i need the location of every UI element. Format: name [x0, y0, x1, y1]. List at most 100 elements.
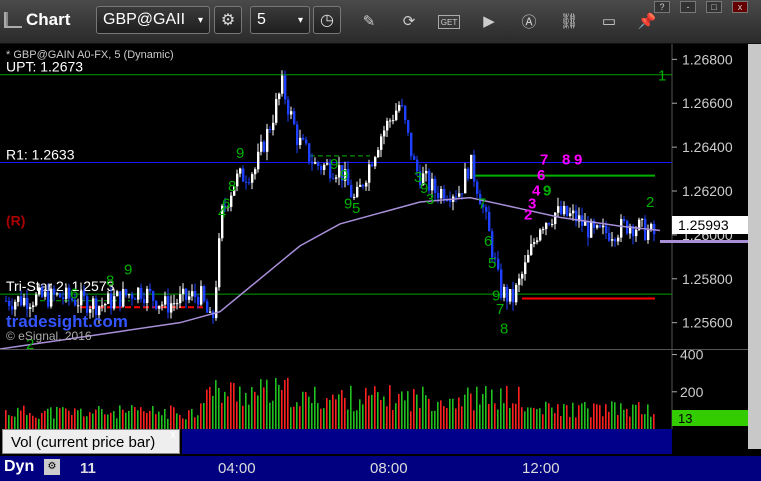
minimize-window-button[interactable]: - [680, 1, 696, 13]
candle-body [551, 224, 554, 226]
maximize-window-button[interactable]: □ [706, 1, 722, 13]
candle-body [566, 205, 569, 216]
candle-body [23, 297, 26, 306]
volume-bar [74, 408, 76, 429]
volume-bar [578, 405, 580, 429]
candle-body [584, 221, 587, 226]
candle-body [245, 181, 248, 183]
volume-bar [614, 402, 616, 429]
candle-body [272, 122, 275, 131]
pencil-icon[interactable]: ✎ [358, 10, 380, 32]
candle-body [203, 286, 206, 302]
volume-bar [431, 411, 433, 429]
gear-button[interactable]: ⚙ [214, 6, 242, 34]
candle-body [470, 154, 473, 179]
sequence-number-green: 5 [352, 200, 360, 217]
volume-bar [203, 403, 205, 429]
refresh-icon[interactable]: ⟳ [398, 10, 420, 32]
last-price-value: 1.25993 [678, 217, 729, 233]
candle-body [65, 287, 68, 299]
price-chart[interactable]: UPT: 1.2673 R1: 1.2633 (R) Tri-Star 2: 1.25… [0, 44, 761, 349]
vertical-scrollbar[interactable] [748, 44, 761, 449]
volume-bar [632, 404, 634, 429]
volume-bar [86, 416, 88, 429]
volume-bar [617, 414, 619, 429]
candle-body [125, 289, 128, 296]
volume-bar [338, 394, 340, 429]
get-icon[interactable]: GET [438, 15, 460, 29]
candle-body [197, 296, 200, 305]
candle-body [401, 104, 404, 106]
app-title-text: Chart [26, 10, 71, 29]
volume-bar [179, 414, 181, 429]
volume-bar [476, 386, 478, 429]
volume-tab[interactable]: Vol (current price bar) [2, 429, 180, 454]
volume-bar [95, 409, 97, 429]
clock-button[interactable]: ◷ [313, 6, 341, 34]
candle-body [539, 229, 542, 241]
volume-bar [224, 391, 226, 429]
candle-body [191, 291, 194, 297]
time-label: 12:00 [522, 460, 560, 477]
volume-bar [197, 415, 199, 429]
volume-bar [491, 389, 493, 429]
candle-body [425, 170, 428, 174]
settings-icon[interactable]: ⚙ [44, 459, 60, 475]
sequence-number-green: 4 [218, 204, 226, 221]
volume-bar [221, 402, 223, 429]
volume-bar [635, 404, 637, 429]
candle-body [299, 137, 302, 145]
candle-body [176, 303, 179, 305]
volume-bar [551, 407, 553, 429]
volume-bar [452, 398, 454, 429]
app-title: Chart [4, 10, 70, 30]
volume-bar [119, 405, 121, 429]
alert-icon[interactable]: Ⓐ [518, 10, 540, 32]
candle-body [404, 105, 407, 121]
copyright: © eSignal, 2016 [6, 329, 92, 343]
candle-body [260, 141, 263, 152]
chart-app-icon [4, 12, 22, 28]
volume-chart[interactable]: 400 200 13 [0, 349, 761, 429]
close-window-button[interactable]: x [732, 1, 748, 13]
candle-body [266, 129, 269, 152]
sequence-number-green: 8 [228, 178, 236, 195]
volume-bar [473, 410, 475, 429]
volume-bar [107, 414, 109, 429]
close-icon[interactable]: x [170, 427, 176, 441]
candle-body [101, 305, 104, 307]
volume-bar [317, 403, 319, 429]
candle-body [383, 130, 386, 137]
chart-header: * GBP@GAIN A0-FX, 5 (Dynamic) [6, 49, 174, 61]
candle-body [359, 184, 362, 187]
volume-bar [185, 419, 187, 429]
help-window-button[interactable]: ? [654, 1, 670, 13]
candle-body [536, 240, 539, 243]
volume-bar [8, 415, 10, 429]
candle-body [428, 170, 431, 191]
volume-bar [275, 377, 277, 429]
comment-icon[interactable]: ▭ [598, 10, 620, 32]
play-icon[interactable]: ▶ [478, 10, 500, 32]
level-label: Tri-Star 2: 1.2573 [6, 278, 115, 294]
pushpin-icon[interactable]: 📌 [636, 10, 658, 32]
volume-bar [254, 391, 256, 429]
candle-body [398, 104, 401, 111]
volume-bar [155, 414, 157, 429]
volume-bar [77, 410, 79, 429]
candle-body [458, 193, 461, 197]
volume-bar [5, 410, 7, 429]
volume-bar [200, 403, 202, 429]
symbol-select[interactable]: GBP@GAII ▾ [96, 6, 210, 34]
volume-bar [425, 395, 427, 429]
volume-bar [575, 417, 577, 429]
sequence-number-green: 6 [70, 286, 78, 303]
volume-bar [353, 411, 355, 429]
link-icon[interactable]: ⛓ [558, 10, 580, 32]
interval-select[interactable]: 5 ▾ [250, 6, 310, 34]
candle-body [254, 169, 257, 175]
volume-bar [530, 407, 532, 429]
volume-bar [116, 418, 118, 429]
volume-bar [302, 391, 304, 429]
volume-bar [611, 401, 613, 429]
